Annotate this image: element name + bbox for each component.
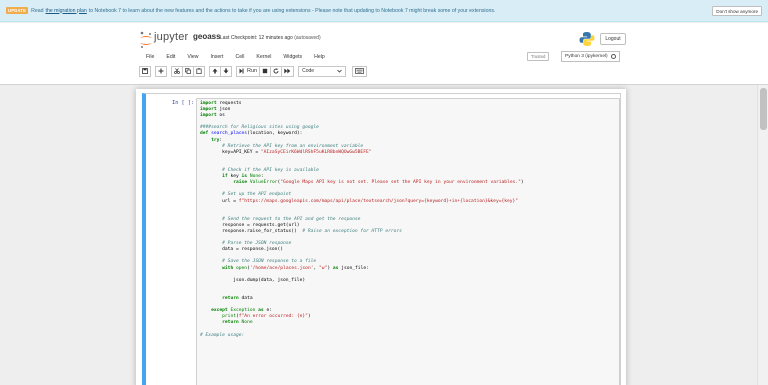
restart-run-all-button[interactable] xyxy=(281,65,295,77)
kernel-name: Python 3 (ipykernel) xyxy=(565,54,608,59)
run-label: Run xyxy=(247,68,258,74)
cell-type-select[interactable]: Code xyxy=(298,65,347,77)
menu-bar: File Edit View Insert Cell Kernel Widget… xyxy=(140,51,331,63)
menu-widgets[interactable]: Widgets xyxy=(277,51,308,63)
page-scrollbar[interactable] xyxy=(757,85,768,385)
update-badge: UPDATE xyxy=(6,7,29,14)
stop-icon xyxy=(262,68,268,74)
checkpoint-status: Last Checkpoint: 12 minutes ago (autosav… xyxy=(220,35,321,41)
paste-icon xyxy=(196,68,202,74)
move-down-button[interactable] xyxy=(220,65,232,77)
trusted-indicator[interactable]: Trusted xyxy=(527,52,550,61)
logout-button[interactable]: Logout xyxy=(600,33,626,45)
run-icon xyxy=(239,68,244,74)
jupyter-notebook-window: UPDATE Read the migration plan to Notebo… xyxy=(0,0,768,385)
move-up-icon xyxy=(212,68,218,74)
scrollbar-thumb[interactable] xyxy=(760,88,767,130)
move-up-button[interactable] xyxy=(209,65,220,77)
cut-button[interactable] xyxy=(171,65,182,77)
menu-insert[interactable]: Insert xyxy=(204,51,229,63)
notebook-toolbar: Run Code xyxy=(139,65,369,77)
code-cell[interactable]: In [ ]: import requests import json impo… xyxy=(142,93,621,385)
update-banner: UPDATE Read the migration plan to Notebo… xyxy=(0,0,768,22)
chevron-down-icon xyxy=(337,69,342,73)
restart-kernel-button[interactable] xyxy=(270,65,282,77)
menu-kernel[interactable]: Kernel xyxy=(250,51,277,63)
autosave-status: (autosaved) xyxy=(294,35,321,41)
notebook-container: In [ ]: import requests import json impo… xyxy=(136,89,626,385)
kernel-indicator[interactable]: Python 3 (ipykernel) xyxy=(561,51,620,62)
keyboard-icon xyxy=(355,68,365,74)
input-prompt: In [ ]: xyxy=(172,100,194,106)
notebook-name[interactable]: geoass xyxy=(193,32,221,41)
menu-cell[interactable]: Cell xyxy=(229,51,250,63)
restart-icon xyxy=(273,68,279,74)
menu-edit[interactable]: Edit xyxy=(160,51,181,63)
paste-button[interactable] xyxy=(193,65,205,77)
dont-show-anymore-button[interactable]: Don't show anymore xyxy=(712,6,762,16)
banner-text-before: Read xyxy=(31,7,44,14)
migration-plan-link[interactable]: the migration plan xyxy=(46,8,87,14)
code-editor[interactable]: import requests import json import os ##… xyxy=(196,98,620,385)
run-button[interactable]: Run xyxy=(236,65,260,77)
copy-button[interactable] xyxy=(182,65,193,77)
menu-view[interactable]: View xyxy=(181,51,204,63)
banner-text-after: to Notebook 7 to learn about the new fea… xyxy=(88,7,496,14)
save-icon xyxy=(142,68,148,74)
copy-icon xyxy=(185,68,191,74)
python-logo-icon xyxy=(579,32,595,46)
jupyter-wordmark[interactable]: jupyter xyxy=(154,31,188,43)
interrupt-kernel-button[interactable] xyxy=(259,65,271,77)
command-palette-button[interactable] xyxy=(352,65,368,77)
fast-forward-icon xyxy=(284,68,291,74)
add-cell-icon xyxy=(158,68,164,74)
save-button[interactable] xyxy=(139,65,151,77)
insert-cell-button[interactable] xyxy=(155,65,167,77)
menu-file[interactable]: File xyxy=(140,51,160,63)
kernel-idle-icon xyxy=(610,54,616,59)
cut-icon xyxy=(174,68,180,74)
move-down-icon xyxy=(223,68,229,74)
cell-type-value: Code xyxy=(302,68,315,74)
jupyter-logo-icon[interactable] xyxy=(139,31,153,49)
code-text[interactable]: import requests import json import os ##… xyxy=(200,101,524,339)
menu-help[interactable]: Help xyxy=(308,51,331,63)
checkpoint-label: Last Checkpoint: 12 minutes ago xyxy=(220,35,293,41)
notebook-header xyxy=(0,23,768,85)
